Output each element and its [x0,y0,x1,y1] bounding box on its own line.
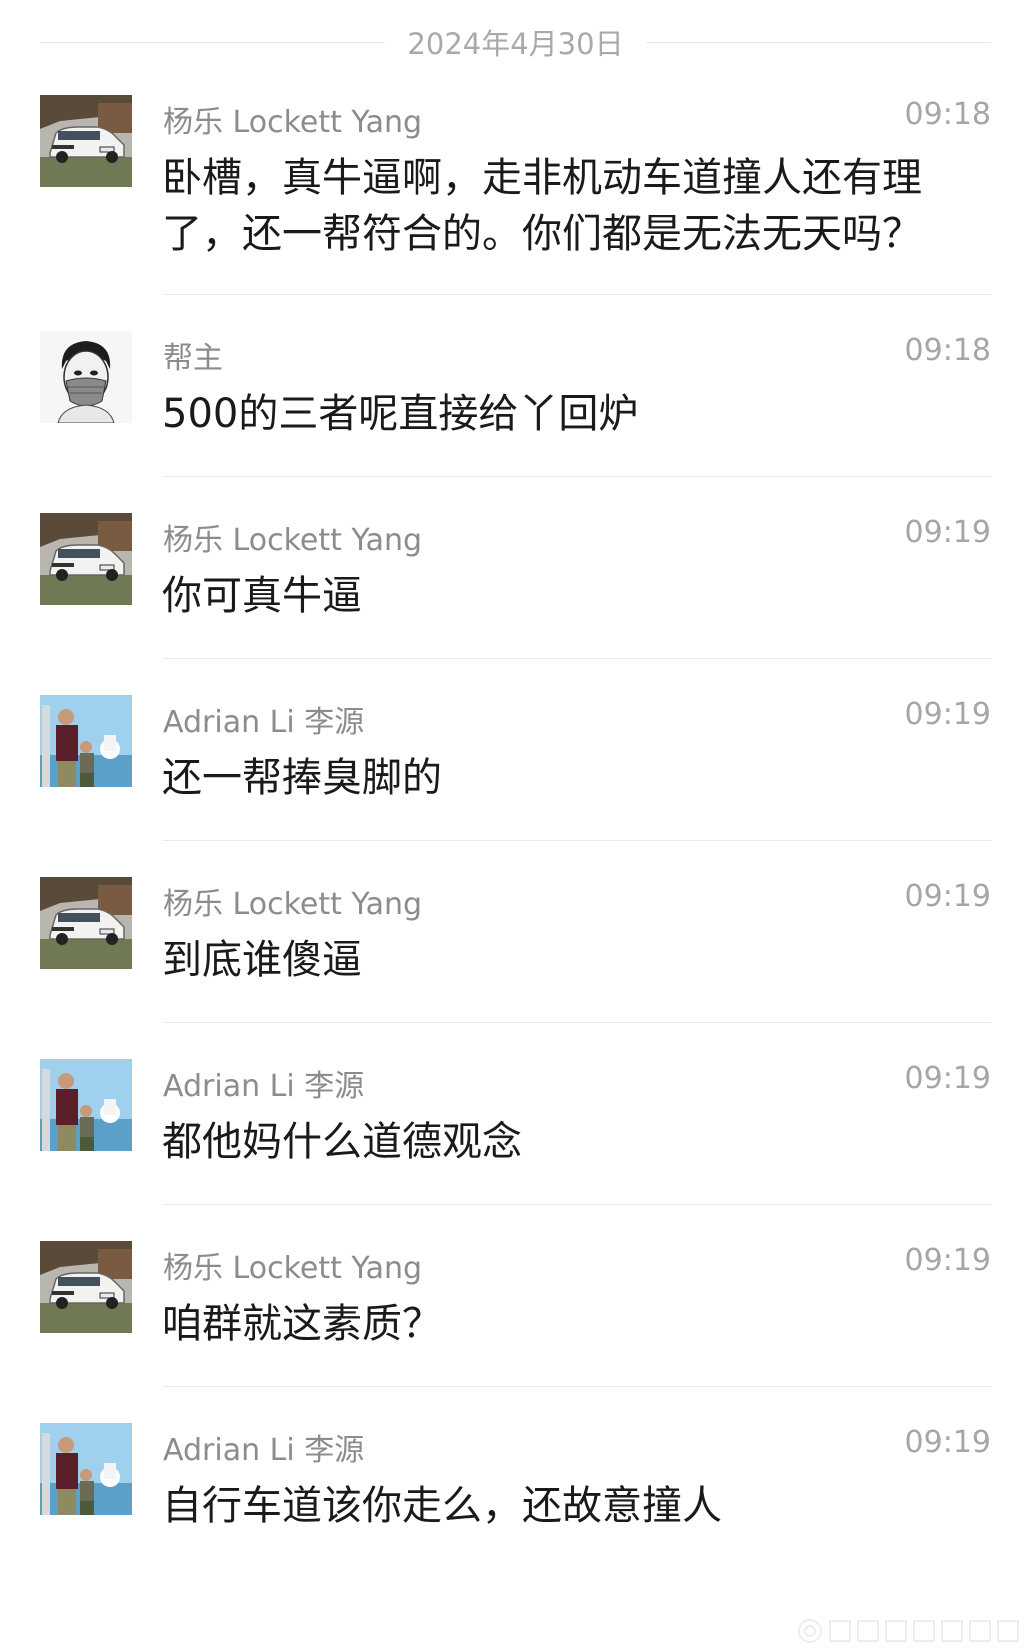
message-text: 500的三者呢直接给丫回炉 [162,391,639,437]
sender-name: Adrian Li 李源 [163,1069,365,1104]
watermark-logo [798,1619,1019,1643]
sender-name: 杨乐 Lockett Yang [163,105,423,140]
date-divider: 2024年4月30日 [40,0,991,84]
message-time: 09:19 [904,1425,991,1460]
message-text: 你可真牛逼 [162,573,362,619]
message-time: 09:19 [904,515,991,550]
date-label: 2024年4月30日 [407,27,624,61]
message-time: 09:19 [904,1243,991,1278]
message-text: 自行车道该你走么，还故意撞人 [162,1483,722,1529]
car-avatar[interactable] [40,877,132,969]
date-divider-line-left [40,41,386,43]
message-divider [163,1204,991,1205]
father-son-photo-avatar[interactable] [40,695,132,787]
message-time: 09:18 [904,333,991,368]
message-time: 09:19 [904,1061,991,1096]
car-avatar[interactable] [40,95,132,187]
message-divider [163,658,991,659]
message-text: 都他妈什么道德观念 [162,1119,522,1165]
message-time: 09:18 [904,97,991,132]
message-divider [163,476,991,477]
message-text: 还一帮捧臭脚的 [162,755,442,801]
car-avatar[interactable] [40,513,132,605]
message-divider [163,1386,991,1387]
message-divider [163,840,991,841]
father-son-photo-avatar[interactable] [40,1423,132,1515]
car-avatar[interactable] [40,1241,132,1333]
sender-name: 杨乐 Lockett Yang [163,1251,423,1286]
sender-name: 杨乐 Lockett Yang [163,523,423,558]
masked-man-avatar[interactable] [40,331,132,423]
message-divider [163,294,991,295]
message-time: 09:19 [904,879,991,914]
message-text: 卧槽，真牛逼啊，走非机动车道撞人还有理了，还一帮符合的。你们都是无法无天吗？ [162,155,922,257]
sender-name: Adrian Li 李源 [163,1433,365,1468]
date-divider-line-right [645,41,991,43]
father-son-photo-avatar[interactable] [40,1059,132,1151]
message-text: 咱群就这素质？ [162,1301,442,1347]
sender-name: 帮主 [163,341,223,376]
message-text: 到底谁傻逼 [162,937,362,983]
message-divider [163,1022,991,1023]
sender-name: Adrian Li 李源 [163,705,365,740]
message-time: 09:19 [904,697,991,732]
sender-name: 杨乐 Lockett Yang [163,887,423,922]
